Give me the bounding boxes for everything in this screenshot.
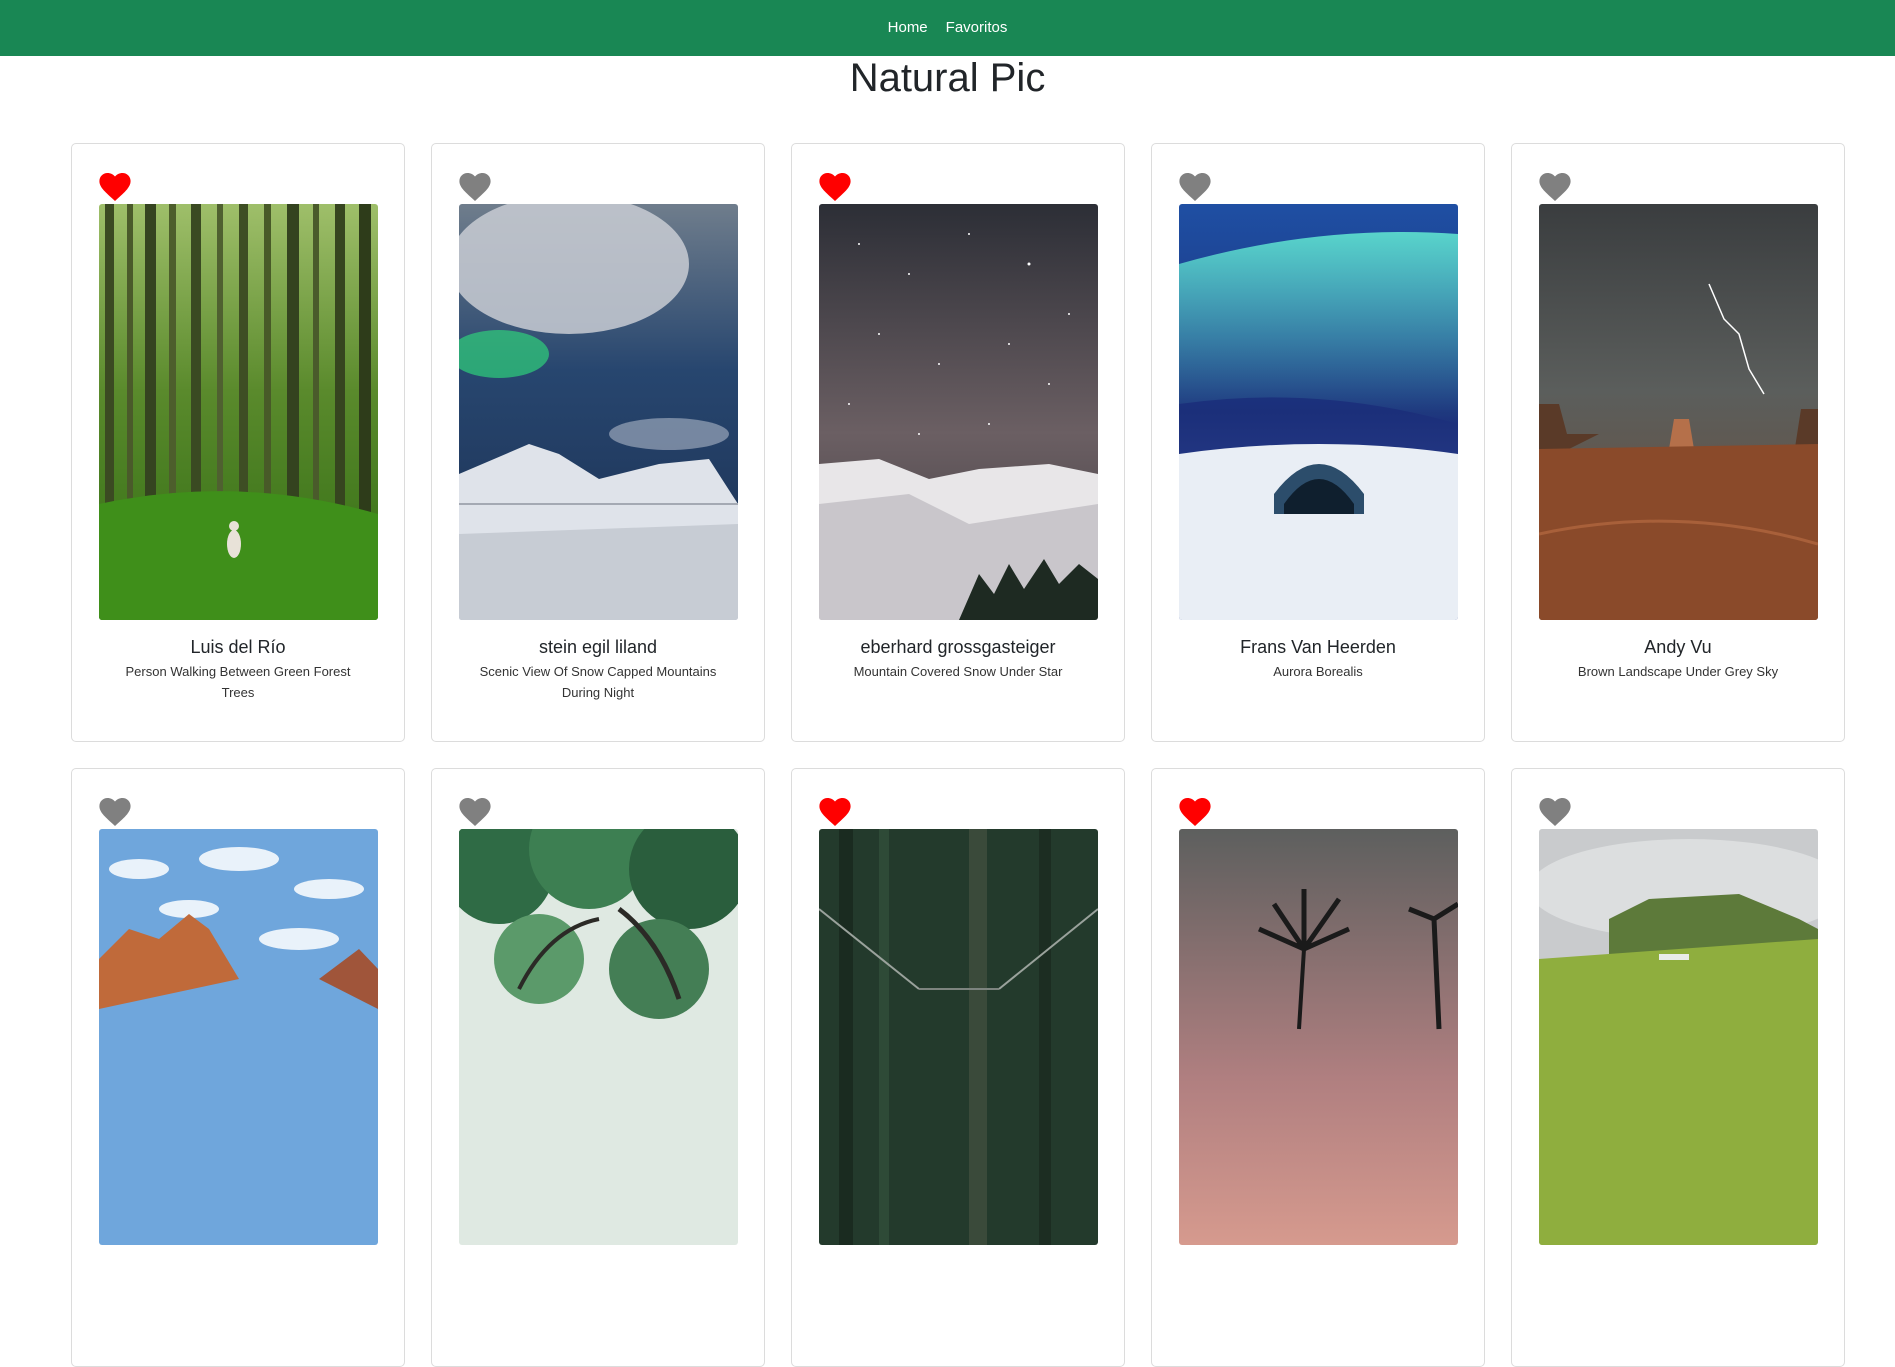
photo-card bbox=[431, 768, 765, 1367]
photo-card: Luis del Río Person Walking Between Gree… bbox=[71, 143, 405, 742]
photo-image[interactable] bbox=[1539, 204, 1818, 620]
photo-image[interactable] bbox=[819, 204, 1098, 620]
nav-link-favorites[interactable]: Favoritos bbox=[942, 18, 1012, 38]
heart-icon[interactable] bbox=[819, 797, 851, 827]
photo-image[interactable] bbox=[1179, 204, 1458, 620]
photo-description: Aurora Borealis bbox=[1273, 664, 1363, 679]
photo-author: eberhard grossgasteiger bbox=[860, 637, 1056, 657]
photo-author: Luis del Río bbox=[190, 637, 286, 657]
heart-icon[interactable] bbox=[1539, 797, 1571, 827]
photo-card: Andy Vu Brown Landscape Under Grey Sky bbox=[1511, 143, 1845, 742]
photo-card: eberhard grossgasteiger Mountain Covered… bbox=[791, 143, 1125, 742]
photo-description: Brown Landscape Under Grey Sky bbox=[1577, 664, 1779, 679]
page-title: Natural Pic bbox=[849, 56, 1046, 100]
heart-icon[interactable] bbox=[99, 797, 131, 827]
photo-image[interactable] bbox=[459, 204, 738, 620]
heart-icon[interactable] bbox=[459, 172, 491, 202]
photo-author: stein egil liland bbox=[538, 637, 658, 657]
heart-icon[interactable] bbox=[459, 797, 491, 827]
photo-image[interactable] bbox=[99, 204, 378, 620]
photo-card bbox=[1511, 768, 1845, 1367]
photo-card: Frans Van Heerden Aurora Borealis bbox=[1151, 143, 1485, 742]
photo-gallery: Luis del Río Person Walking Between Gree… bbox=[71, 143, 1845, 1367]
heart-icon[interactable] bbox=[819, 172, 851, 202]
photo-card: stein egil liland Scenic View Of Snow Ca… bbox=[431, 143, 765, 742]
heart-icon[interactable] bbox=[1179, 172, 1211, 202]
photo-image[interactable] bbox=[99, 829, 378, 1245]
top-navbar: Home Favoritos bbox=[0, 0, 1895, 56]
photo-image[interactable] bbox=[459, 829, 738, 1245]
photo-description: Mountain Covered Snow Under Star bbox=[853, 664, 1063, 679]
photo-image[interactable] bbox=[1179, 829, 1458, 1245]
heart-icon[interactable] bbox=[1179, 797, 1211, 827]
photo-description: Person Walking Between Green Forest Tree… bbox=[125, 664, 351, 700]
photo-author: Andy Vu bbox=[1644, 637, 1712, 657]
photo-image[interactable] bbox=[1539, 829, 1818, 1245]
photo-card bbox=[71, 768, 405, 1367]
photo-author: Frans Van Heerden bbox=[1240, 637, 1396, 657]
photo-description: Scenic View Of Snow Capped Mountains Dur… bbox=[479, 664, 717, 700]
photo-image[interactable] bbox=[819, 829, 1098, 1245]
photo-card bbox=[791, 768, 1125, 1367]
heart-icon[interactable] bbox=[99, 172, 131, 202]
heart-icon[interactable] bbox=[1539, 172, 1571, 202]
photo-card bbox=[1151, 768, 1485, 1367]
nav-link-home[interactable]: Home bbox=[884, 18, 932, 38]
